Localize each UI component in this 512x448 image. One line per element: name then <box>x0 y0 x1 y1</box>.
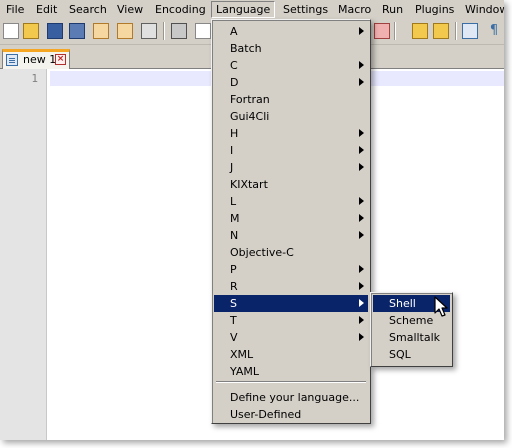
line-number: 1 <box>31 72 38 85</box>
new-file-icon[interactable] <box>3 23 19 39</box>
menu-item-define-language[interactable]: Define your language... <box>214 389 368 406</box>
zoom-out-icon[interactable] <box>374 23 390 39</box>
menu-run[interactable]: Run <box>378 1 407 18</box>
menu-item-label: V <box>230 331 238 344</box>
submenu-item-label: Smalltalk <box>389 331 441 344</box>
menu-item-i[interactable]: I <box>214 142 368 159</box>
submenu-arrow-icon <box>359 27 364 35</box>
language-menu: A Batch C D Fortran Gui4Cli H I J KIXtart L M N Objec… <box>211 19 371 424</box>
sync-v-icon[interactable] <box>412 23 428 39</box>
menu-item-label: C <box>230 59 238 72</box>
cut-icon[interactable] <box>171 23 187 39</box>
submenu-arrow-icon <box>359 129 364 137</box>
menu-file[interactable]: File <box>2 1 28 18</box>
menu-item-label: XML <box>230 348 254 361</box>
menu-item-v[interactable]: V <box>214 329 368 346</box>
menu-settings[interactable]: Settings <box>279 1 332 18</box>
submenu-arrow-icon <box>359 61 364 69</box>
menu-macro[interactable]: Macro <box>334 1 375 18</box>
menu-item-label: L <box>230 195 237 208</box>
submenu-arrow-icon <box>359 316 364 324</box>
menu-item-m[interactable]: M <box>214 210 368 227</box>
menu-item-label: Objective-C <box>230 246 294 259</box>
submenu-item-label: Shell <box>389 297 416 310</box>
menu-item-p[interactable]: P <box>214 261 368 278</box>
menu-item-label: D <box>230 76 239 89</box>
menu-item-l[interactable]: L <box>214 193 368 210</box>
submenu-item-sql[interactable]: SQL <box>373 346 450 363</box>
submenu-arrow-icon <box>359 214 364 222</box>
word-wrap-icon[interactable] <box>462 23 478 39</box>
menu-item-label: I <box>230 144 234 157</box>
open-file-icon[interactable] <box>23 23 39 39</box>
menu-view[interactable]: View <box>113 1 147 18</box>
line-number-gutter: 1 <box>0 69 47 440</box>
mouse-pointer-icon <box>434 296 448 317</box>
menu-item-label: N <box>230 229 239 242</box>
document-icon <box>6 54 18 66</box>
tab-label: new 1 <box>23 53 57 66</box>
menu-item-objective-c[interactable]: Objective-C <box>214 244 368 261</box>
submenu-arrow-icon <box>359 265 364 273</box>
submenu-arrow-icon <box>359 78 364 86</box>
menu-item-label: KIXtart <box>230 178 268 191</box>
print-icon[interactable] <box>141 23 157 39</box>
menu-item-label: M <box>230 212 240 225</box>
menu-item-user-defined[interactable]: User-Defined <box>214 406 368 423</box>
menu-item-fortran[interactable]: Fortran <box>214 91 368 108</box>
menu-bar: File Edit Search View Encoding Language … <box>0 0 504 19</box>
menu-item-r[interactable]: R <box>214 278 368 295</box>
menu-item-s[interactable]: S <box>214 295 368 312</box>
menu-item-a[interactable]: A <box>214 23 368 40</box>
menu-window[interactable]: Window <box>461 1 504 18</box>
submenu-arrow-icon <box>359 333 364 341</box>
submenu-item-label: Scheme <box>389 314 434 327</box>
menu-item-label: R <box>230 280 238 293</box>
menu-item-c[interactable]: C <box>214 57 368 74</box>
menu-search[interactable]: Search <box>65 1 111 18</box>
menu-language[interactable]: Language <box>211 1 276 18</box>
tab-close-icon[interactable]: × <box>55 54 66 65</box>
menu-item-label: H <box>230 127 239 140</box>
menu-item-yaml[interactable]: YAML <box>214 363 368 380</box>
menu-item-h[interactable]: H <box>214 125 368 142</box>
submenu-arrow-icon <box>359 282 364 290</box>
menu-item-label: YAML <box>230 365 260 378</box>
menu-item-label: Gui4Cli <box>230 110 270 123</box>
menu-item-gui4cli[interactable]: Gui4Cli <box>214 108 368 125</box>
sync-h-icon[interactable] <box>433 23 449 39</box>
submenu-arrow-icon <box>359 197 364 205</box>
menu-item-batch[interactable]: Batch <box>214 40 368 57</box>
menu-item-label: Fortran <box>230 93 270 106</box>
menu-item-t[interactable]: T <box>214 312 368 329</box>
copy-icon[interactable] <box>195 23 211 39</box>
menu-item-label: J <box>230 161 234 174</box>
tab-new-1[interactable]: new 1 × <box>2 49 70 69</box>
menu-encoding[interactable]: Encoding <box>151 1 210 18</box>
submenu-arrow-icon <box>359 146 364 154</box>
close-icon[interactable] <box>93 23 109 39</box>
save-icon[interactable] <box>47 23 63 39</box>
menu-separator <box>216 381 366 383</box>
menu-item-n[interactable]: N <box>214 227 368 244</box>
show-all-chars-icon[interactable]: ¶ <box>486 23 502 39</box>
close-all-icon[interactable] <box>117 23 133 39</box>
submenu-arrow-icon <box>359 299 364 307</box>
submenu-arrow-icon <box>359 163 364 171</box>
menu-item-j[interactable]: J <box>214 159 368 176</box>
menu-item-label: T <box>230 314 237 327</box>
menu-item-label: A <box>230 25 238 38</box>
menu-item-label: Batch <box>230 42 262 55</box>
submenu-arrow-icon <box>359 231 364 239</box>
submenu-item-smalltalk[interactable]: Smalltalk <box>373 329 450 346</box>
submenu-item-label: SQL <box>389 348 411 361</box>
save-all-icon[interactable] <box>69 23 85 39</box>
menu-item-kixtart[interactable]: KIXtart <box>214 176 368 193</box>
menu-item-label: P <box>230 263 237 276</box>
menu-item-d[interactable]: D <box>214 74 368 91</box>
menu-item-xml[interactable]: XML <box>214 346 368 363</box>
menu-item-label: S <box>230 297 237 310</box>
menu-edit[interactable]: Edit <box>32 1 61 18</box>
menu-plugins[interactable]: Plugins <box>411 1 458 18</box>
